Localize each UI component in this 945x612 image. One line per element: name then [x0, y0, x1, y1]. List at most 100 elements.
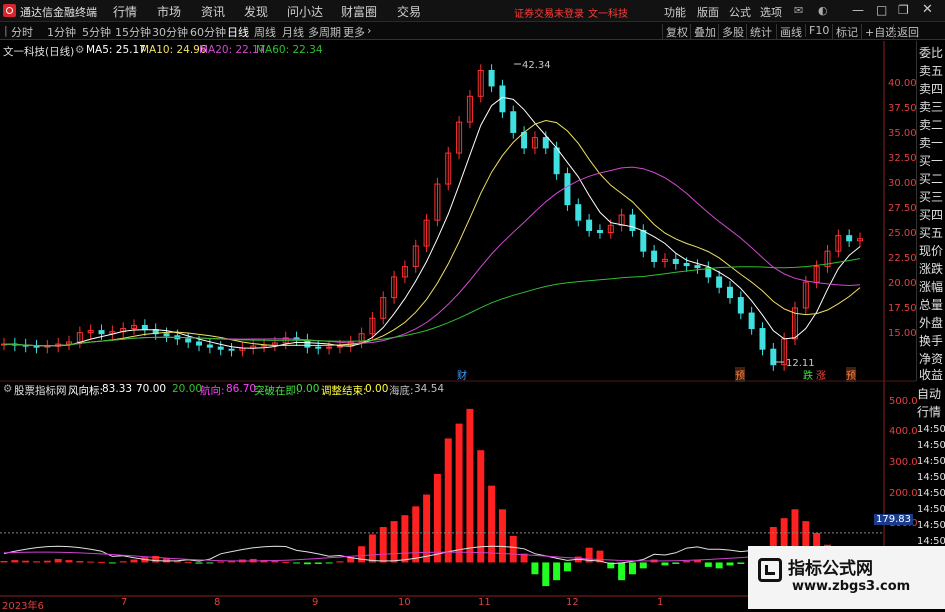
indicator-bar — [325, 562, 333, 564]
indicator-bar — [87, 561, 95, 563]
indicator-bar — [0, 560, 8, 563]
indicator-bar — [76, 560, 84, 563]
indicator-bar — [477, 450, 485, 563]
time-label: 14:50 — [917, 488, 945, 499]
watermark-title: 指标公式网 — [788, 559, 873, 579]
indicator-settings-icon[interactable]: ⚙ — [3, 383, 12, 395]
indicator-field-value: 34.54 — [414, 383, 445, 395]
ma-lines — [3, 96, 861, 349]
chart-logo-icon — [758, 558, 782, 582]
date-tick: 11 — [478, 597, 491, 608]
candle-body — [564, 173, 571, 206]
date-tick: 12 — [566, 597, 579, 608]
time-label: 14:50 — [917, 440, 945, 451]
indicator-bar — [336, 561, 344, 563]
indicator-bar — [314, 562, 322, 564]
indicator-field-label: 突破在即: — [254, 385, 300, 397]
ma-line-ma20 — [3, 166, 861, 347]
indicator-bar — [466, 408, 474, 563]
indicator-bar — [553, 562, 561, 581]
event-tag[interactable]: 预 — [846, 367, 856, 382]
high-price-label: 42.34 — [522, 60, 551, 71]
indicator-bar — [22, 560, 30, 563]
indicator-field-value: 0.00 — [365, 383, 389, 395]
indicator-bar — [65, 560, 73, 563]
candle-body — [521, 131, 528, 149]
candle-body — [651, 250, 658, 262]
candle-body — [510, 111, 517, 133]
indicator-bar — [271, 560, 279, 563]
indicator-bar — [498, 509, 506, 563]
time-label: 14:50 — [917, 456, 945, 467]
indicator-bar — [368, 534, 376, 563]
candle-body — [575, 204, 582, 221]
indicator-bar — [542, 562, 550, 587]
indicator-bar — [683, 560, 691, 563]
time-label: 14:50 — [917, 504, 945, 515]
date-tick: 2023年6 — [2, 601, 44, 612]
date-tick: 1 — [657, 597, 664, 608]
indicator-bar — [379, 527, 387, 563]
candle-body — [640, 229, 647, 252]
candle-body — [196, 341, 203, 346]
indicator-bar — [737, 562, 745, 564]
auto-quote-item[interactable]: 自动 — [917, 385, 941, 402]
candle-body — [748, 312, 755, 330]
current-indicator-value: 179.83 — [874, 514, 913, 525]
kline-chart[interactable]: 42.34 12.11 — [0, 0, 945, 609]
event-tag[interactable]: 财 — [457, 367, 467, 382]
candle-body — [846, 235, 853, 242]
indicator-field-label: 调整结束: — [321, 385, 367, 397]
ma-line-ma5 — [3, 96, 861, 349]
indicator-bar — [672, 562, 680, 564]
date-tick: 10 — [398, 597, 411, 608]
indicator-bar — [282, 561, 290, 563]
indicator-bar — [33, 561, 41, 563]
candle-body — [206, 344, 213, 348]
candle-body — [542, 137, 549, 149]
indicator-field-label: 风向标: — [68, 385, 104, 397]
date-tick: 9 — [312, 597, 319, 608]
indicator-bar — [195, 562, 203, 564]
indicator-bar — [412, 506, 420, 563]
indicator-bar — [11, 560, 19, 563]
indicator-field-value: 20.00 — [172, 383, 203, 395]
indicator-field-label: 海底: — [389, 385, 414, 397]
event-tag[interactable]: 预 — [735, 367, 745, 382]
indicator-tick: 400.0 — [889, 426, 918, 437]
time-label: 14:50 — [917, 424, 945, 435]
indicator-bar — [661, 562, 669, 566]
time-label: 14:50 — [917, 472, 945, 483]
indicator-bar — [130, 559, 138, 563]
indicator-field-value: 83.33 — [102, 383, 133, 395]
candle-body — [683, 263, 690, 267]
indicator-bars — [0, 408, 864, 587]
indicator-bar — [531, 562, 539, 575]
indicator-bar — [43, 560, 51, 563]
candle-body — [737, 297, 744, 314]
indicator-bar — [108, 562, 116, 564]
candle-body — [228, 348, 235, 351]
indicator-bar — [618, 562, 626, 581]
candle-body — [553, 147, 560, 175]
indicator-bar — [509, 535, 517, 563]
event-tag[interactable]: 跌 — [803, 367, 813, 382]
time-label: 14:50 — [917, 520, 945, 531]
indicator-field-value: 0.00 — [296, 383, 320, 395]
date-tick: 8 — [214, 597, 221, 608]
ma-line-ma60 — [3, 258, 861, 347]
quote-item[interactable]: 行情 — [917, 403, 941, 420]
candle-body — [694, 265, 701, 269]
indicator-title: 股票指标网 — [14, 385, 67, 397]
indicator-bar — [433, 473, 441, 563]
candle-body — [716, 276, 723, 288]
indicator-bar — [628, 562, 636, 575]
indicator-bar — [390, 521, 398, 563]
candle-body — [726, 286, 733, 299]
indicator-bar — [455, 423, 463, 563]
indicator-bar — [293, 562, 301, 564]
event-tag[interactable]: 涨 — [816, 367, 826, 382]
indicator-bar — [488, 485, 496, 563]
indicator-bar — [639, 562, 647, 569]
indicator-bar — [163, 558, 171, 563]
